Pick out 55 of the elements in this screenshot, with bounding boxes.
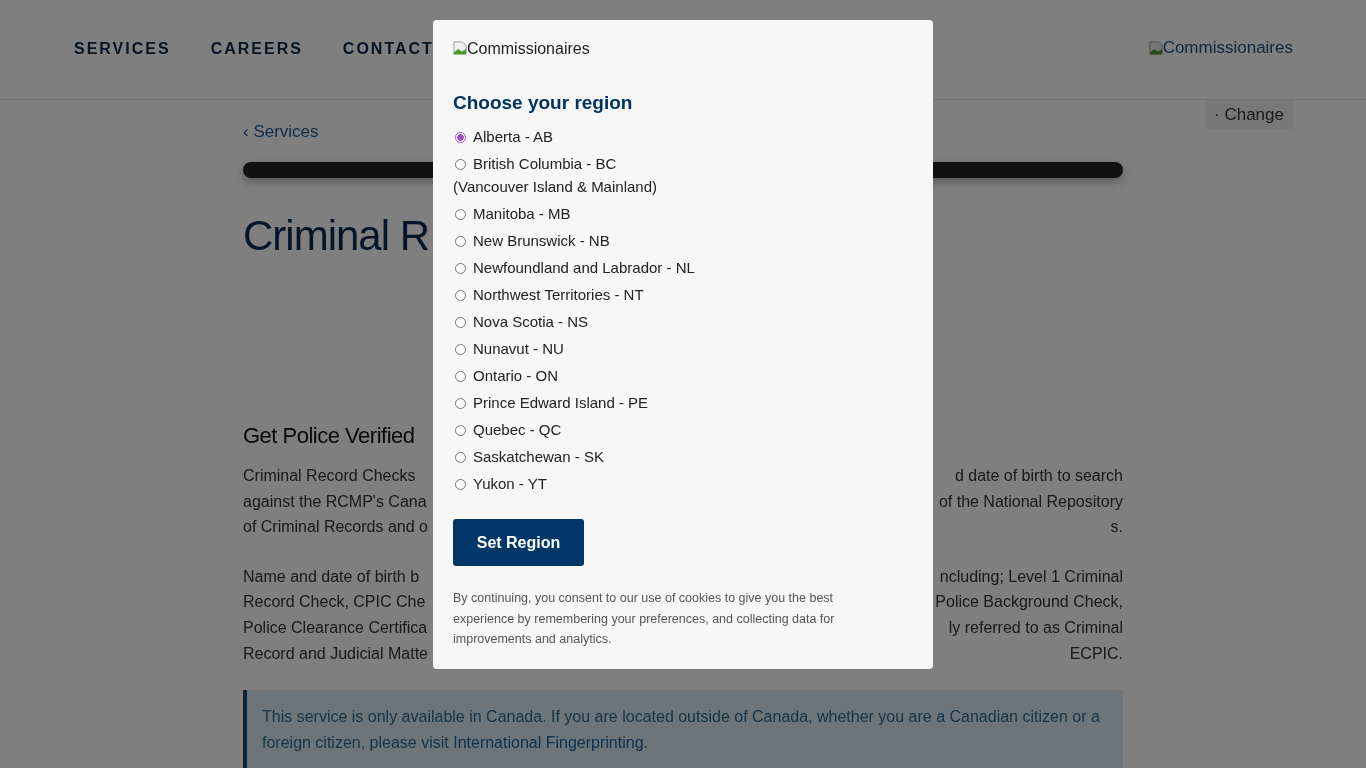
paragraph-text: Police Background Check, (935, 592, 1123, 613)
radio-button[interactable] (455, 208, 466, 220)
notice-text: This service is only available in Canada. If you are located outside of Canada, whether you are a Canadian citizen or a foreign citizen, please visit International Fingerprinting. (243, 690, 1123, 768)
radio-button[interactable] (455, 262, 466, 274)
region-option[interactable]: Alberta - AB (453, 127, 913, 147)
paragraph-text: against the RCMP's Cana (243, 491, 427, 512)
set-region-button[interactable]: Set Region (453, 519, 584, 566)
logo-link[interactable]: Commissionaires (1148, 38, 1293, 58)
region-option[interactable]: Northwest Territories - NT (453, 285, 913, 305)
paragraph-text: of Criminal Records and o (243, 517, 428, 538)
radio-button[interactable] (455, 424, 466, 436)
paragraph-text: Criminal Record Checks (243, 466, 416, 486)
region-option[interactable]: Nova Scotia - NS (453, 312, 913, 332)
radio-button[interactable] (455, 316, 466, 328)
broken-image-icon (1148, 40, 1163, 56)
paragraph-text: ncluding; Level 1 Criminal (939, 566, 1123, 587)
page-title: Criminal R (243, 212, 429, 260)
paragraph-text: Record Check, CPIC Che (243, 592, 426, 613)
radio-button[interactable] (455, 397, 466, 409)
region-option[interactable]: Saskatchewan - SK (453, 447, 913, 467)
radio-button[interactable] (455, 343, 466, 355)
region-note: (Vancouver Island & Mainland) (453, 177, 658, 197)
radio-button[interactable] (455, 289, 466, 301)
paragraph-text: Record and Judicial Matte (243, 643, 428, 664)
consent-text: By continuing, you consent to our use of cookies to give you the best experience by remembering your preferences, and collecting data for improvements and analytics. (453, 590, 836, 648)
paragraph-text: ECPIC. (1069, 643, 1123, 664)
region-option[interactable]: Ontario - ON (453, 366, 913, 386)
radio-button[interactable] (455, 158, 466, 170)
nav-link[interactable]: CONTACT (342, 40, 434, 58)
dialog-title: Choose your region (453, 92, 634, 114)
paragraph-text: d date of birth to search (954, 466, 1123, 486)
paragraph-text: Name and date of birth b (243, 566, 420, 587)
radio-button[interactable] (455, 370, 466, 382)
logo-alt-text: Commissionaires (467, 40, 590, 58)
region-option[interactable]: Nunavut - NU (453, 339, 913, 359)
nav-link[interactable]: SERVICES (74, 40, 171, 58)
region-option[interactable]: Newfoundland and Labrador - NL (453, 258, 913, 278)
paragraph-text: ly referred to as Criminal (948, 617, 1123, 638)
radio-button[interactable] (455, 131, 466, 143)
paragraph-text: s. (1110, 517, 1123, 538)
region-option[interactable]: Manitoba - MB (453, 204, 913, 224)
region-option[interactable]: Yukon - YT (453, 474, 913, 494)
paragraph-text: of the National Repository (938, 491, 1123, 512)
region-option[interactable]: Quebec - QC (453, 420, 913, 440)
region-option[interactable]: Prince Edward Island - PE (453, 393, 913, 413)
region-option[interactable]: British Columbia - BC (453, 154, 913, 174)
section-heading: Get Police Verified (243, 423, 415, 449)
radio-button[interactable] (455, 451, 466, 463)
region-option[interactable]: New Brunswick - NB (453, 231, 913, 251)
change-region-button[interactable]: · Change (1205, 100, 1293, 129)
broken-image-icon (453, 40, 467, 56)
paragraph-text: Police Clearance Certifica (243, 617, 428, 638)
nav-link[interactable]: CAREERS (210, 40, 303, 58)
radio-button[interactable] (455, 235, 466, 247)
radio-button[interactable] (455, 478, 466, 490)
